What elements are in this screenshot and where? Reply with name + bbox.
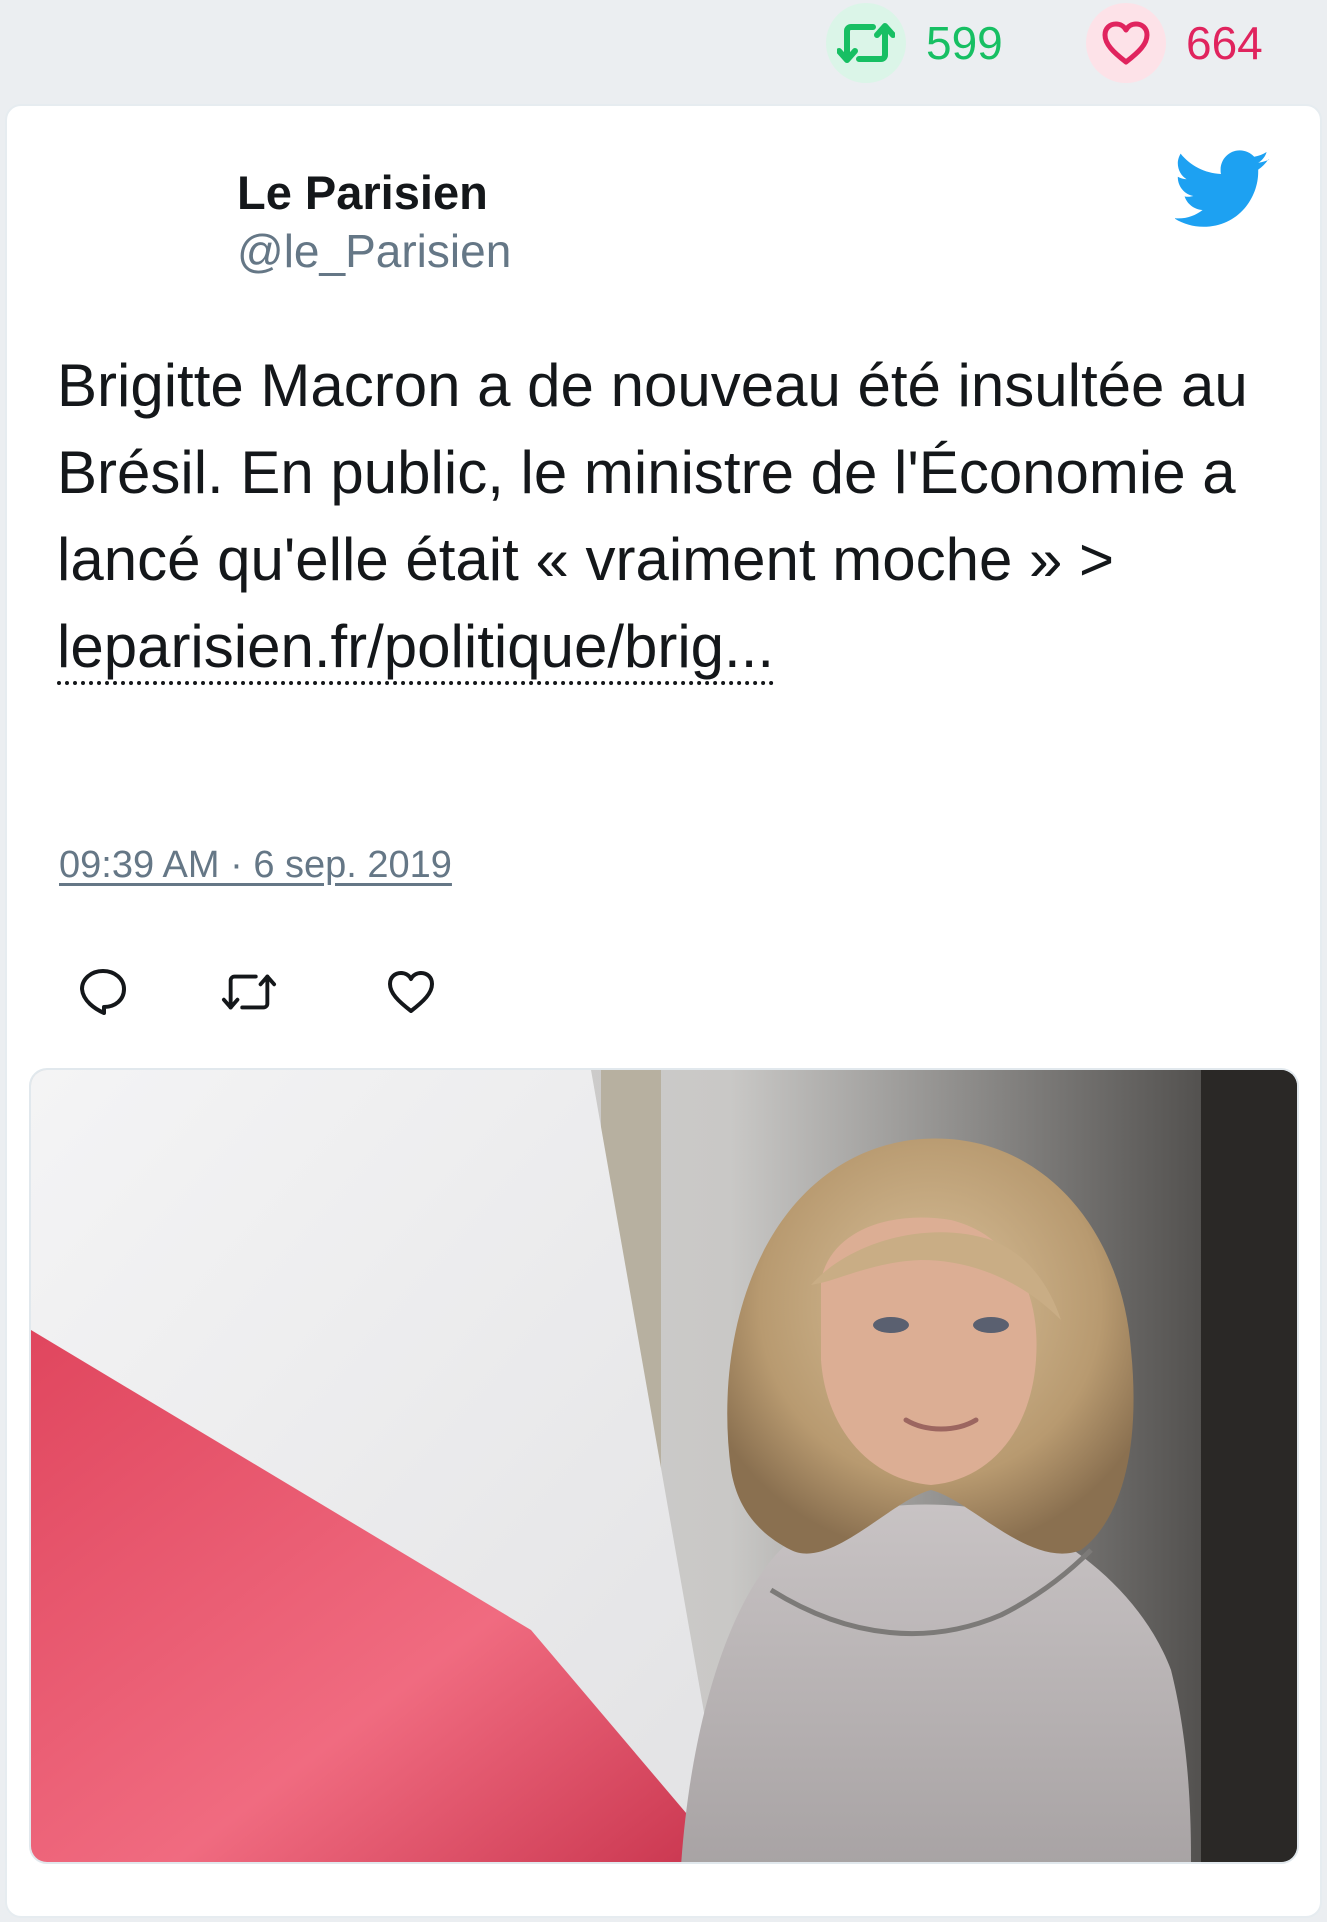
- engagement-stats: 599 664: [0, 0, 1327, 100]
- article-link[interactable]: leparisien.fr/politique/brig...: [57, 613, 775, 685]
- photo-illustration: [31, 1070, 1297, 1862]
- author-block[interactable]: Le Parisien @le_Parisien: [237, 164, 511, 280]
- like-button[interactable]: [383, 964, 439, 1020]
- retweet-icon: [221, 974, 277, 1010]
- twitter-bird-icon[interactable]: [1175, 150, 1271, 230]
- retweet-icon[interactable]: [826, 3, 906, 83]
- like-count: 664: [1186, 17, 1263, 69]
- author-handle[interactable]: @le_Parisien: [237, 223, 511, 281]
- tweet-card: Le Parisien @le_Parisien Brigitte Macron…: [5, 104, 1322, 1918]
- tweet-timestamp[interactable]: 09:39 AM · 6 sep. 2019: [59, 844, 452, 887]
- retweet-button[interactable]: [221, 964, 277, 1020]
- reply-button[interactable]: [75, 964, 131, 1020]
- reply-icon: [80, 969, 126, 1015]
- tweet-text: Brigitte Macron a de nouveau été insulté…: [57, 342, 1257, 690]
- author-name[interactable]: Le Parisien: [237, 164, 511, 223]
- tweet-screenshot: 599 664 Le Parisien @le_Parisien Brigitt…: [0, 0, 1327, 1922]
- heart-icon: [388, 971, 434, 1013]
- tweet-photo[interactable]: [29, 1068, 1299, 1864]
- retweet-count: 599: [926, 17, 1003, 69]
- tweet-body: Brigitte Macron a de nouveau été insulté…: [57, 352, 1248, 593]
- like-stat[interactable]: 664: [1086, 3, 1263, 83]
- retweet-stat[interactable]: 599: [826, 3, 1003, 83]
- heart-icon[interactable]: [1086, 3, 1166, 83]
